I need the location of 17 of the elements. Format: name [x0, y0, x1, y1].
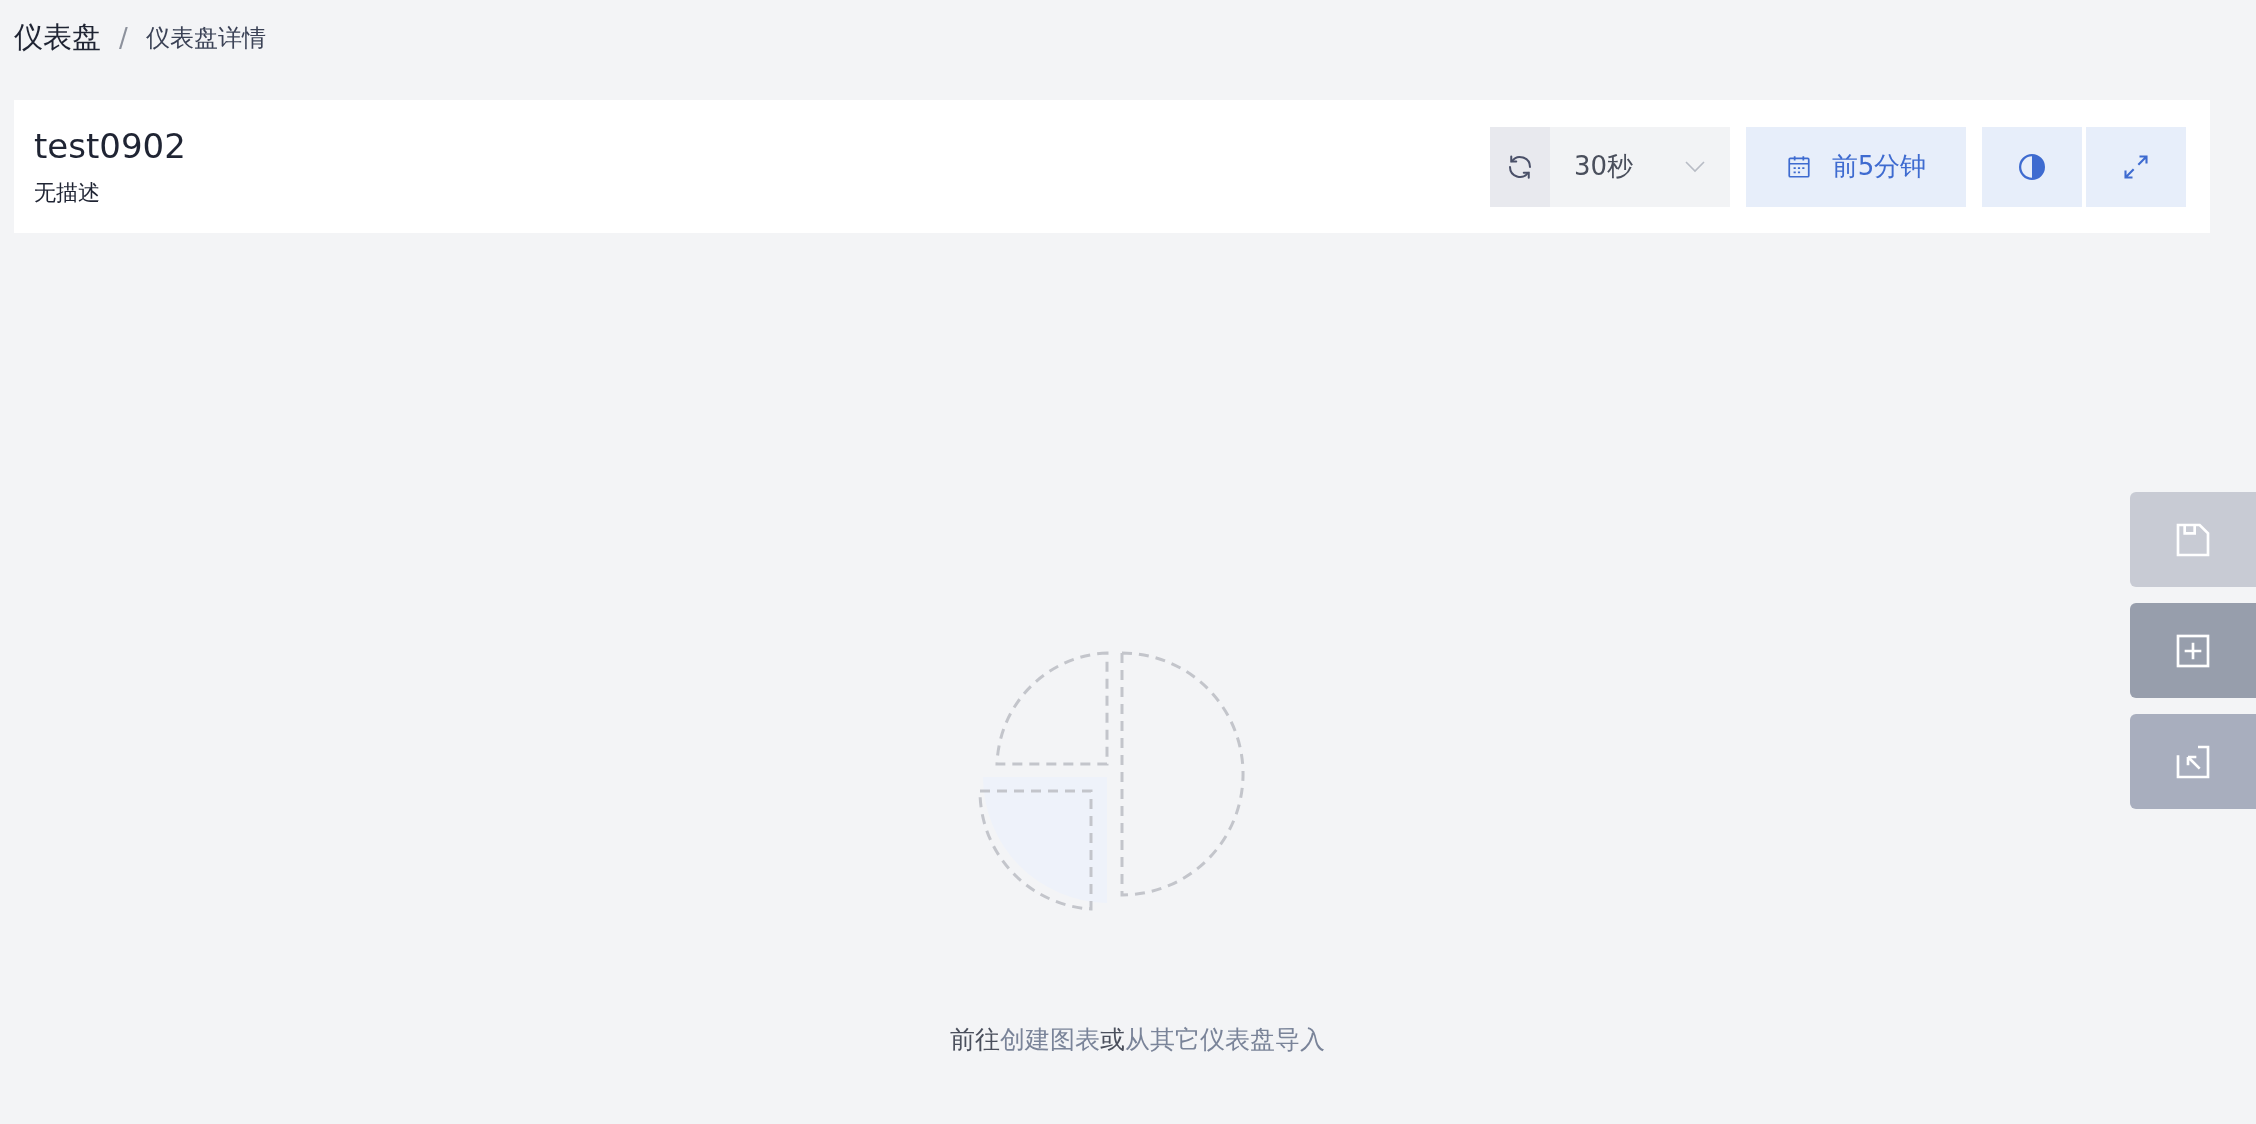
- theme-toggle-button[interactable]: [1982, 126, 2082, 207]
- empty-state-message: 前往创建图表或从其它仪表盘导入: [949, 1024, 1325, 1056]
- calendar-icon: [1785, 153, 1812, 180]
- chevron-down-icon: [1684, 159, 1706, 174]
- time-range-button[interactable]: 前5分钟: [1746, 126, 1966, 207]
- refresh-button[interactable]: [1490, 126, 1550, 207]
- save-button[interactable]: [2130, 492, 2256, 587]
- dashboard-description: 无描述: [34, 178, 101, 207]
- import-button[interactable]: [2130, 714, 2256, 809]
- dashboard-title: test0902: [34, 125, 186, 166]
- half-circle-icon: [2017, 151, 2047, 182]
- breadcrumb-link[interactable]: 仪表盘详情: [145, 22, 266, 54]
- add-button[interactable]: [2130, 603, 2256, 698]
- refresh-interval-select[interactable]: 30秒: [1550, 126, 1730, 207]
- expand-icon: [2122, 152, 2150, 181]
- breadcrumb-link[interactable]: 仪表盘: [14, 18, 101, 58]
- breadcrumb-separator: /: [119, 23, 128, 53]
